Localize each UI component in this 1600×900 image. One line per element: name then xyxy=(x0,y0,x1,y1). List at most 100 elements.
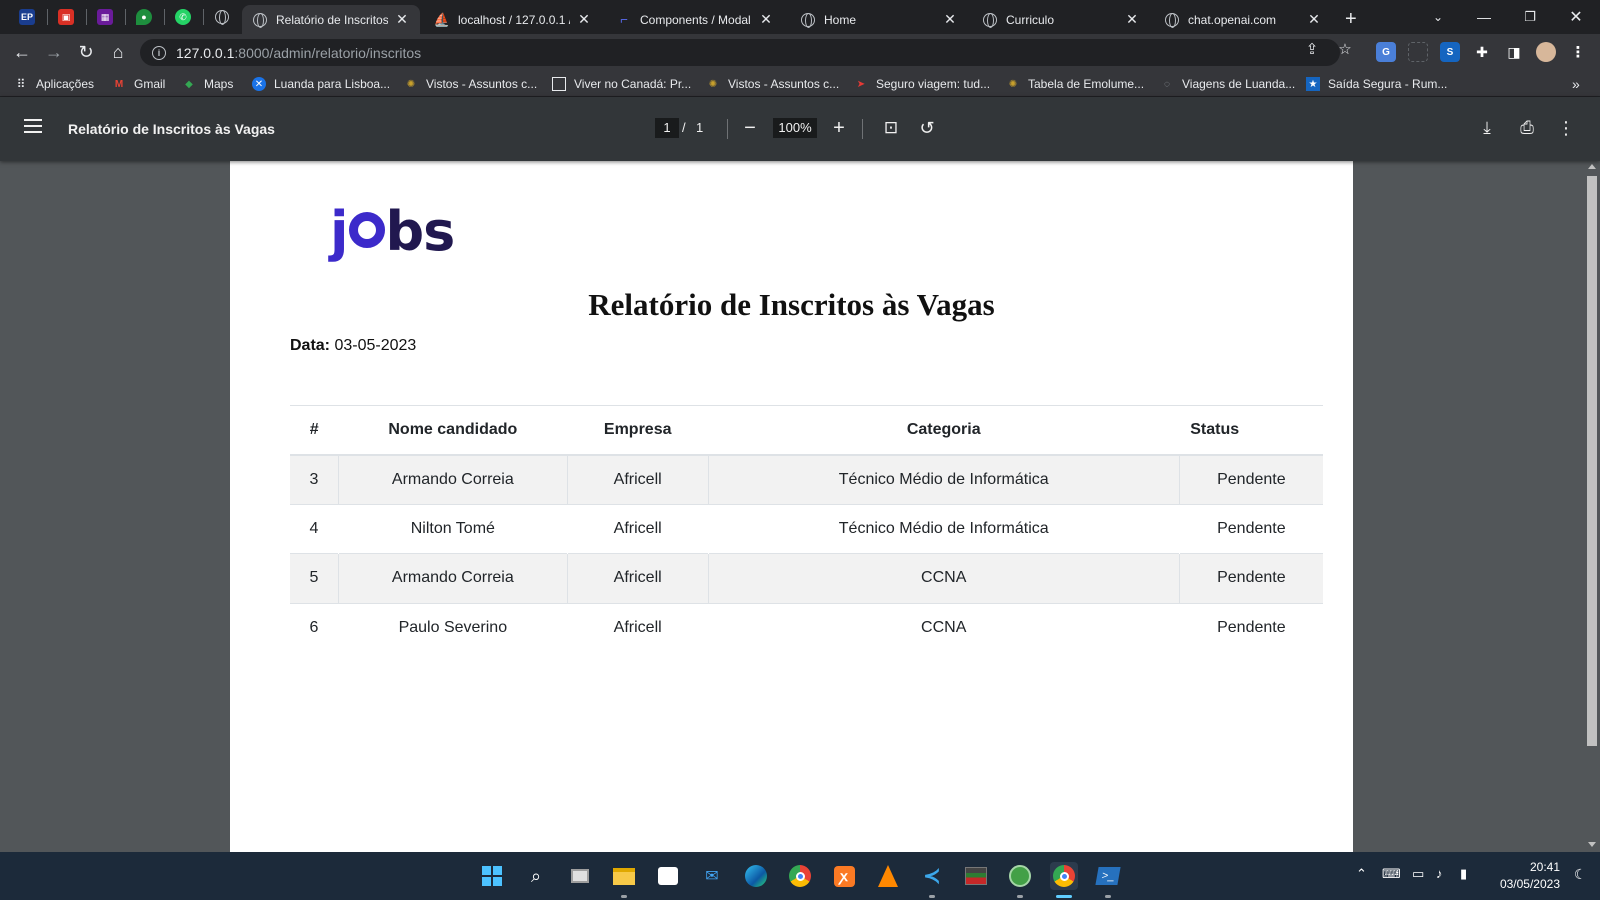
bookmark-vistos-2[interactable]: ✺ Vistos - Assuntos c... xyxy=(706,75,839,93)
pinned-tab-whatsapp[interactable]: ✆ xyxy=(168,5,198,29)
reload-button[interactable]: ↻ xyxy=(72,38,100,66)
bookmark-gmail[interactable]: M Gmail xyxy=(112,75,166,93)
window-close-button[interactable]: ✕ xyxy=(1553,0,1599,34)
s-extension[interactable]: S xyxy=(1440,42,1460,62)
forward-button[interactable]: → xyxy=(40,38,68,66)
rotate-button[interactable]: ↺ xyxy=(914,115,940,141)
download-button[interactable]: ⤓ xyxy=(1474,115,1500,141)
new-tab-button[interactable]: + xyxy=(1340,5,1370,34)
chevron-up-icon[interactable]: ⌃ xyxy=(1356,866,1367,882)
minimize-button[interactable]: — xyxy=(1461,0,1507,34)
task-view-icon[interactable] xyxy=(566,862,594,890)
whatsapp-icon: ✆ xyxy=(175,9,191,25)
tab-components-modal[interactable]: ⌐ Components / Modal ✕ xyxy=(606,5,784,34)
kebab-menu-icon: ⋮ xyxy=(1557,117,1575,138)
vscode-icon[interactable]: ≺ xyxy=(918,862,946,898)
volume-icon[interactable]: ♪ xyxy=(1436,866,1443,881)
bookmark-maps[interactable]: ◆ Maps xyxy=(182,75,233,93)
profile-avatar[interactable] xyxy=(1536,42,1556,62)
vlc-icon[interactable] xyxy=(874,862,902,890)
print-icon: ⎙ xyxy=(1520,118,1534,137)
bookmarks-overflow-button[interactable]: » xyxy=(1572,75,1580,93)
share-button[interactable]: ⇪ xyxy=(1301,40,1323,58)
page-number-input[interactable]: 1 xyxy=(655,118,679,138)
phpmyadmin-icon: ⛵ xyxy=(433,11,451,27)
pdf-viewer-area[interactable]: j bs Relatório de Inscritos às Vagas Data… xyxy=(0,161,1600,852)
bookmark-aplicacoes[interactable]: ⠿ Aplicações xyxy=(14,75,94,93)
bookmark-tabela-emolumentos[interactable]: ✺ Tabela de Emolume... xyxy=(1006,75,1144,93)
system-clock[interactable]: 20:41 03/05/2023 xyxy=(1490,859,1560,893)
pinned-tab-2[interactable]: ▣ xyxy=(51,5,81,29)
site-info-icon[interactable]: i xyxy=(152,45,166,60)
cell-number: 4 xyxy=(290,503,339,554)
bookmarks-bar: ⠿ Aplicações M Gmail ◆ Maps ✕ Luanda para Li… xyxy=(0,70,1600,97)
bookmark-vistos-1[interactable]: ✺ Vistos - Assuntos c... xyxy=(404,75,537,93)
bookmark-seguro-viagem[interactable]: ➤ Seguro viagem: tud... xyxy=(854,75,990,93)
zoom-out-button[interactable]: − xyxy=(737,115,763,141)
pdf-more-button[interactable]: ⋮ xyxy=(1553,115,1579,141)
cell-status: Pendente xyxy=(1178,454,1323,504)
mail-icon[interactable]: ✉ xyxy=(698,862,726,890)
home-button[interactable]: ⌂ xyxy=(104,38,132,66)
double-chevron-icon: » xyxy=(1572,76,1580,92)
chrome-icon[interactable] xyxy=(786,862,814,890)
pdf-menu-button[interactable] xyxy=(24,119,42,137)
bookmark-label: Vistos - Assuntos c... xyxy=(426,77,538,91)
bookmark-star-button[interactable]: ☆ xyxy=(1334,40,1356,58)
close-icon[interactable]: ✕ xyxy=(942,11,958,28)
scroll-up-arrow-icon[interactable] xyxy=(1588,164,1596,169)
windows-start-icon[interactable] xyxy=(478,862,506,890)
network-icon[interactable]: ▭ xyxy=(1412,866,1424,882)
search-icon[interactable]: ⌕ xyxy=(522,862,550,890)
extensions-button[interactable]: ✚ xyxy=(1472,42,1492,62)
close-icon[interactable]: ✕ xyxy=(1124,11,1140,28)
cell-status: Pendente xyxy=(1178,503,1323,554)
tab-curriculo[interactable]: Curriculo ✕ xyxy=(972,5,1150,34)
column-header-status: Status xyxy=(1179,405,1323,456)
app-window-icon[interactable] xyxy=(962,862,990,890)
keyboard-icon[interactable]: ⌨ xyxy=(1382,866,1401,882)
microsoft-store-icon[interactable] xyxy=(654,862,682,890)
pinned-tab-6[interactable] xyxy=(207,5,237,29)
tab-chat-openai[interactable]: chat.openai.com ✕ xyxy=(1154,5,1332,34)
print-button[interactable]: ⎙ xyxy=(1514,115,1540,141)
bookmark-viagens-luanda[interactable]: ◌ Viagens de Luanda... xyxy=(1160,75,1295,93)
bookmark-viver-canada[interactable]: Viver no Canadá: Pr... xyxy=(552,75,691,93)
screenshot-extension[interactable] xyxy=(1408,42,1428,62)
chrome-profile-icon[interactable] xyxy=(1050,862,1078,898)
bookmark-label: Vistos - Assuntos c... xyxy=(728,77,840,91)
close-icon[interactable]: ✕ xyxy=(758,11,774,28)
file-explorer-icon[interactable] xyxy=(610,862,638,898)
arrow-right-icon: → xyxy=(45,41,63,62)
tab-home[interactable]: Home ✕ xyxy=(790,5,968,34)
emblem-icon: ✺ xyxy=(406,78,416,90)
scrollbar-thumb[interactable] xyxy=(1587,176,1597,746)
close-icon[interactable]: ✕ xyxy=(394,11,410,28)
back-button[interactable]: ← xyxy=(8,38,36,66)
powershell-icon[interactable]: >_ xyxy=(1094,862,1122,898)
xampp-icon[interactable]: ꭗ xyxy=(830,862,858,890)
edge-icon[interactable] xyxy=(742,862,770,890)
bookmark-luanda-lisboa[interactable]: ✕ Luanda para Lisboa... xyxy=(252,75,390,93)
app-green-icon[interactable] xyxy=(1006,862,1034,898)
browser-menu-button[interactable]: ⋮ xyxy=(1568,42,1588,62)
side-panel-button[interactable]: ◨ xyxy=(1504,42,1524,62)
address-bar[interactable]: i 127.0.0.1:8000/admin/relatorio/inscrit… xyxy=(140,39,1340,66)
tab-phpmyadmin[interactable]: ⛵ localhost / 127.0.0.1 / jobs ✕ xyxy=(424,5,602,34)
close-icon[interactable]: ✕ xyxy=(1306,11,1322,28)
restore-button[interactable]: ❐ xyxy=(1507,0,1553,34)
fit-page-button[interactable]: ⊡ xyxy=(878,115,904,141)
bookmark-saida-segura[interactable]: ★ Saída Segura - Rum... xyxy=(1306,75,1447,93)
zoom-in-button[interactable]: + xyxy=(826,115,852,141)
tab-relatorio[interactable]: Relatório de Inscritos às Vagas ✕ xyxy=(242,5,420,34)
pinned-tab-4[interactable]: ● xyxy=(129,5,159,29)
pinned-tab-ep[interactable]: EP xyxy=(12,5,42,29)
notifications-icon[interactable]: ☾ xyxy=(1574,866,1587,883)
tab-search-button[interactable]: ⌄ xyxy=(1415,0,1461,34)
zoom-level-input[interactable]: 100% xyxy=(773,118,817,138)
battery-icon[interactable]: ▮ xyxy=(1460,866,1467,882)
close-icon[interactable]: ✕ xyxy=(576,11,592,28)
pinned-tab-3[interactable]: ▦ xyxy=(90,5,120,29)
google-translate-extension[interactable]: G xyxy=(1376,42,1396,62)
scroll-down-arrow-icon[interactable] xyxy=(1588,842,1596,847)
